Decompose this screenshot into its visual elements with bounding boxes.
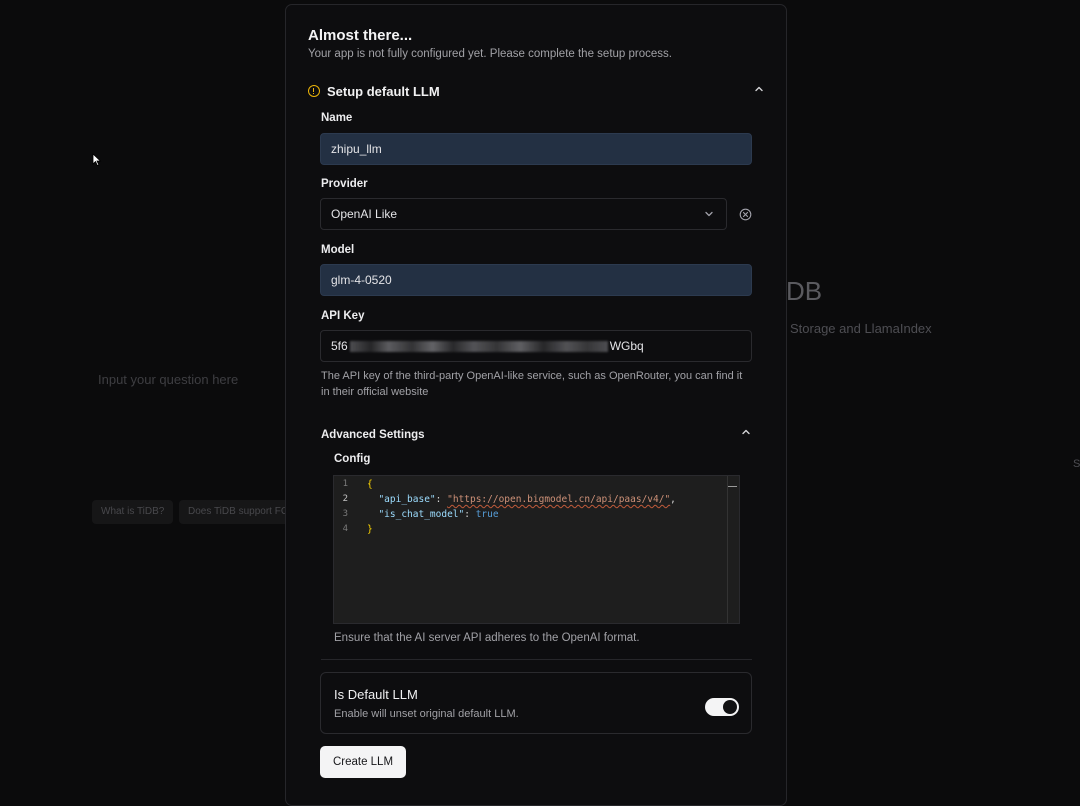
code-key: "is_chat_model" <box>378 509 465 520</box>
api-key-field[interactable]: 5f6 WGbq <box>320 330 752 362</box>
create-llm-button[interactable]: Create LLM <box>320 746 406 778</box>
dialog-title: Almost there... <box>308 27 413 44</box>
config-code-editor[interactable]: 1 2 3 4 { "api_base": "https://open.bigm… <box>333 475 740 624</box>
background-app-subtitle: Storage and LlamaIndex <box>790 321 932 336</box>
mouse-cursor-icon <box>92 153 102 167</box>
code-string-value: "https://open.bigmodel.cn/api/paas/v4/" <box>447 494 671 505</box>
config-note: Ensure that the AI server API adheres to… <box>334 632 640 644</box>
setup-dialog: Almost there... Your app is not fully co… <box>285 4 787 806</box>
clear-provider-icon[interactable] <box>739 208 752 221</box>
background-question-input: Input your question here <box>98 372 239 387</box>
chevron-down-icon <box>705 211 713 217</box>
background-app-title: DB <box>786 276 823 306</box>
api-key-help-text: The API key of the third-party OpenAI-li… <box>321 370 743 398</box>
name-label: Name <box>321 112 353 124</box>
code-brace: { <box>367 479 373 490</box>
chevron-up-icon[interactable] <box>741 427 751 437</box>
warning-icon <box>308 85 320 97</box>
line-number: 2 <box>342 494 348 504</box>
section-title: Setup default LLM <box>327 83 440 99</box>
advanced-settings-header[interactable]: Advanced Settings <box>321 425 753 441</box>
default-llm-title: Is Default LLM <box>334 687 418 702</box>
model-field[interactable]: glm-4-0520 <box>320 264 752 296</box>
provider-label: Provider <box>321 178 368 190</box>
code-line: "is_chat_model": true <box>367 509 499 520</box>
api-key-label: API Key <box>321 310 365 322</box>
model-label: Model <box>321 244 355 256</box>
code-separator: : <box>464 509 476 520</box>
background-suggestion-chip: What is TiDB? <box>92 500 174 524</box>
line-number: 4 <box>342 524 348 534</box>
code-boolean-value: true <box>475 509 499 520</box>
editor-gutter: 1 2 3 4 <box>334 476 362 623</box>
editor-scrollbar[interactable] <box>727 476 739 623</box>
default-llm-toggle[interactable] <box>705 698 739 716</box>
api-key-suffix: WGbq <box>609 339 644 353</box>
code-line: "api_base": "https://open.bigmodel.cn/ap… <box>367 494 676 505</box>
scrollbar-marker <box>728 486 737 487</box>
code-separator: : <box>435 494 448 505</box>
default-llm-description: Enable will unset original default LLM. <box>334 708 519 720</box>
provider-value: OpenAI Like <box>331 207 398 221</box>
divider <box>321 659 752 660</box>
provider-select[interactable]: OpenAI Like <box>320 198 727 230</box>
default-llm-card: Is Default LLM Enable will unset origina… <box>320 672 752 734</box>
background-suggestion-chip: Does TiDB support FC <box>179 500 298 524</box>
config-label: Config <box>334 453 371 465</box>
code-line: { <box>367 479 373 490</box>
setup-llm-section-header[interactable]: Setup default LLM <box>308 81 764 101</box>
code-comma: , <box>670 494 676 505</box>
name-field[interactable]: zhipu_llm <box>320 133 752 165</box>
background-edge-text: S <box>1073 458 1080 470</box>
api-key-prefix: 5f6 <box>331 339 348 353</box>
code-brace: } <box>367 524 373 535</box>
dialog-description: Your app is not fully configured yet. Pl… <box>308 48 672 60</box>
toggle-knob <box>723 700 737 714</box>
advanced-settings-title: Advanced Settings <box>321 429 425 441</box>
line-number: 1 <box>342 479 348 489</box>
chevron-up-icon[interactable] <box>754 84 764 94</box>
code-key: "api_base" <box>378 494 436 505</box>
api-key-redacted <box>349 341 608 353</box>
code-line: } <box>367 524 373 535</box>
line-number: 3 <box>342 509 348 519</box>
